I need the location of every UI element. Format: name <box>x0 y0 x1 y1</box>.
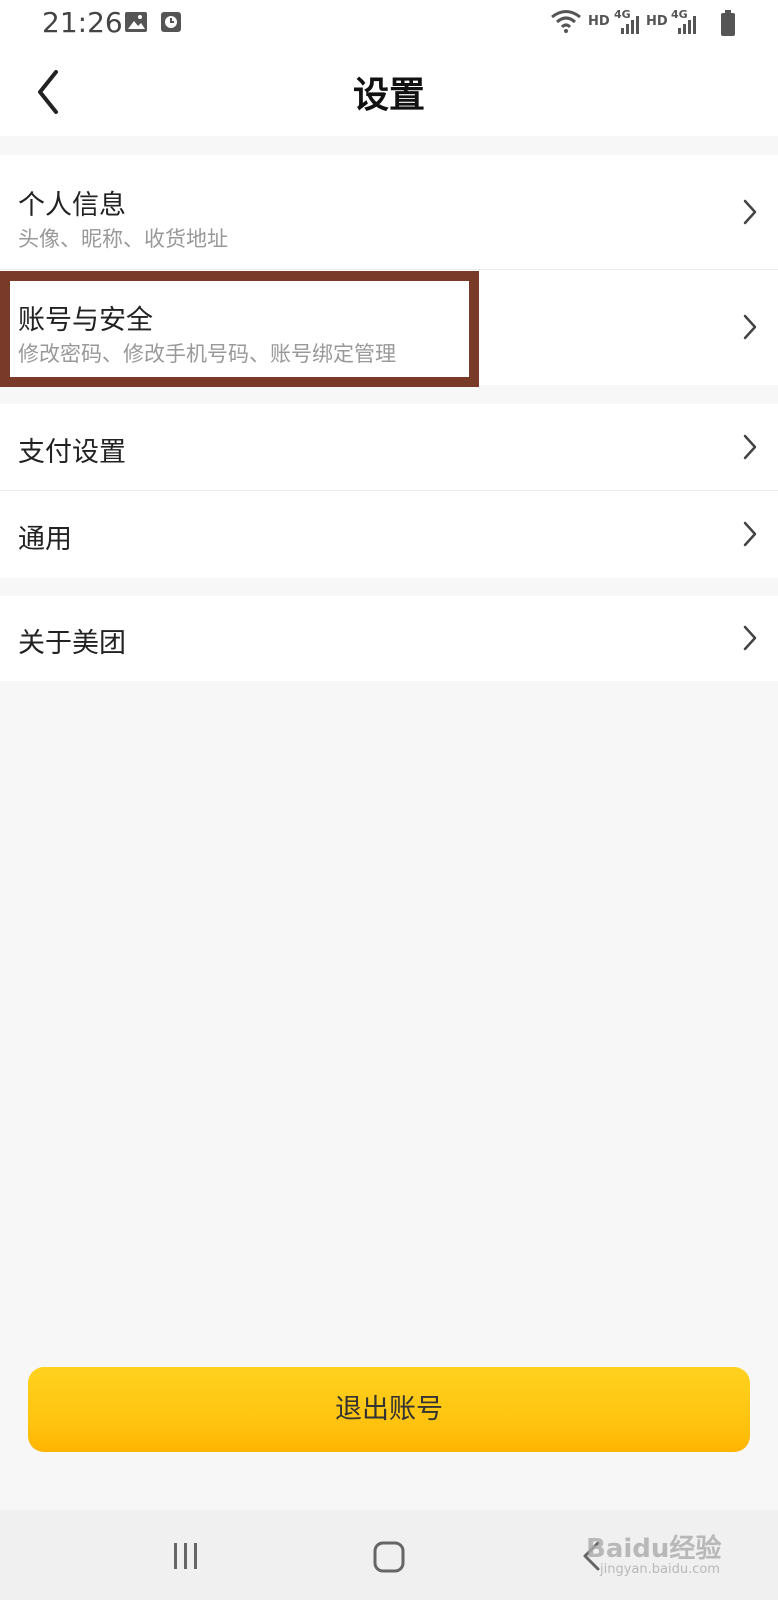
watermark-url: jingyan.baidu.com <box>600 1562 720 1577</box>
list-item-personal-info[interactable]: 个人信息 头像、昵称、收货地址 <box>0 155 778 270</box>
home-button[interactable] <box>372 1540 406 1578</box>
recent-apps-icon <box>174 1543 197 1569</box>
list-item-account-security[interactable]: 账号与安全 修改密码、修改手机号码、账号绑定管理 <box>0 270 778 385</box>
list-item-title: 通用 <box>18 524 72 555</box>
page-title: 设置 <box>352 75 425 116</box>
settings-group-account: 个人信息 头像、昵称、收货地址 账号与安全 修改密码、修改手机号码、账号绑定管理 <box>0 155 778 385</box>
list-item-general[interactable]: 通用 <box>0 491 778 578</box>
battery-icon <box>720 10 736 40</box>
chevron-right-icon <box>743 434 757 460</box>
list-item-title: 支付设置 <box>18 437 126 468</box>
list-item-subtitle: 头像、昵称、收货地址 <box>18 227 228 251</box>
recent-apps-button[interactable] <box>170 1540 202 1576</box>
network-label-hd-1: HD <box>588 14 610 29</box>
system-nav-bar: Baidu经验 jingyan.baidu.com <box>0 1510 778 1600</box>
wifi-icon <box>550 8 582 40</box>
image-icon <box>124 10 148 38</box>
list-item-title: 关于美团 <box>18 628 126 659</box>
status-bar: 21:26 HD 4G HD 4G <box>0 0 778 48</box>
watermark-logo: Baidu经验 <box>586 1534 722 1564</box>
signal-icon <box>620 14 640 38</box>
settings-group-about: 关于美团 <box>0 596 778 681</box>
list-item-payment-settings[interactable]: 支付设置 <box>0 404 778 491</box>
chevron-right-icon <box>743 314 757 340</box>
list-item-subtitle: 修改密码、修改手机号码、账号绑定管理 <box>18 342 396 366</box>
network-label-hd-2: HD <box>646 14 668 29</box>
list-item-title: 账号与安全 <box>18 305 153 336</box>
signal-icon <box>677 14 697 38</box>
list-item-title: 个人信息 <box>18 190 126 221</box>
list-item-about-meituan[interactable]: 关于美团 <box>0 596 778 681</box>
home-icon <box>373 1541 405 1573</box>
header: 设置 <box>0 48 778 136</box>
chevron-right-icon <box>743 625 757 651</box>
settings-group-general: 支付设置 通用 <box>0 404 778 578</box>
clock-icon <box>160 10 182 38</box>
logout-button[interactable]: 退出账号 <box>28 1367 750 1452</box>
chevron-right-icon <box>743 199 757 225</box>
status-time: 21:26 <box>42 6 123 39</box>
chevron-right-icon <box>743 521 757 547</box>
